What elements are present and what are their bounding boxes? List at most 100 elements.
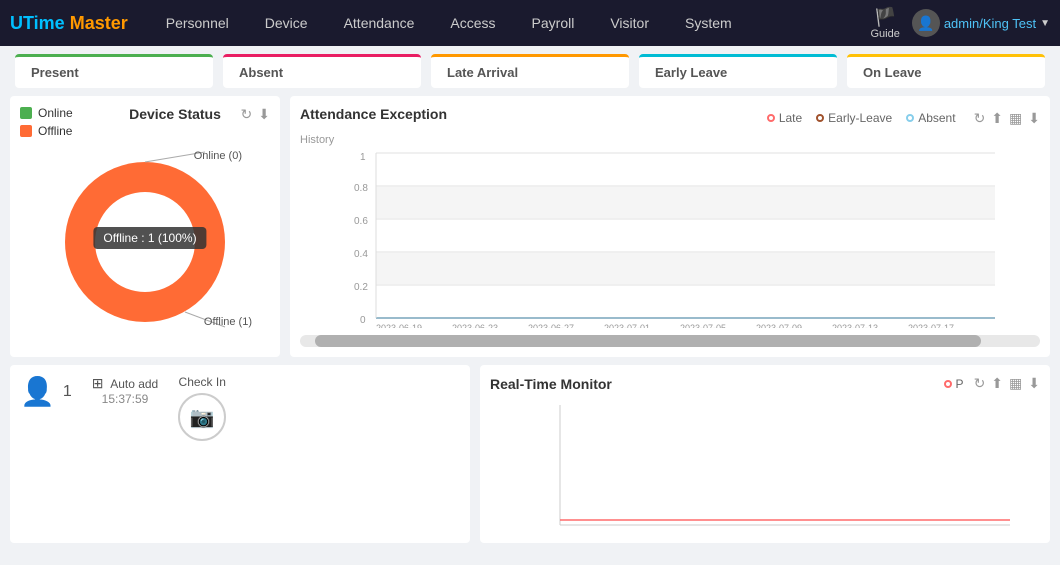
stat-absent-label: Absent (239, 65, 283, 80)
realtime-refresh-icon[interactable]: ↻ (974, 375, 986, 392)
legend-absent-dot (906, 114, 914, 122)
attendance-bar-icon[interactable]: ▦ (1009, 110, 1022, 127)
svg-text:0.4: 0.4 (354, 249, 368, 260)
legend-early-dot (816, 114, 824, 122)
logo-time: Time (23, 13, 65, 33)
svg-text:0.8: 0.8 (354, 183, 368, 194)
svg-text:2023-07-09: 2023-07-09 (756, 323, 802, 328)
legend-absent-label: Absent (918, 111, 955, 125)
chart-scroll-thumb[interactable] (315, 335, 981, 347)
attendance-chart-svg: 0 0.2 0.4 0.6 0.8 1 2023-06-19 2023-06-2… (300, 148, 1040, 328)
stats-bar: Present Absent Late Arrival Early Leave … (0, 46, 1060, 96)
online-count-label: Online (0) (194, 150, 242, 162)
device-download-icon[interactable]: ⬇ (258, 106, 270, 123)
user-label: admin/King Test (944, 16, 1036, 31)
app-logo: UTime Master (10, 13, 128, 34)
attendance-download-icon[interactable]: ⬇ (1028, 110, 1040, 127)
stat-absent[interactable]: Absent (223, 54, 421, 88)
stat-late-arrival[interactable]: Late Arrival (431, 54, 629, 88)
auto-add-area: ⊞ Auto add 15:37:59 (92, 375, 158, 406)
svg-text:1: 1 (360, 152, 366, 163)
attendance-upload-icon[interactable]: ⬆ (991, 110, 1003, 127)
legend-early-leave: Early-Leave (816, 111, 892, 125)
nav-item-visitor[interactable]: Visitor (592, 0, 667, 46)
bottom-left-panel: 👤 1 ⊞ Auto add 15:37:59 Check In 📷 (10, 365, 470, 543)
chart-legend: Late Early-Leave Absent (767, 111, 956, 125)
realtime-upload-icon[interactable]: ⬆ (991, 375, 1003, 392)
donut-center (95, 192, 195, 292)
user-area[interactable]: 👤 admin/King Test ▼ (912, 9, 1050, 37)
guide-area[interactable]: 🏴 Guide (870, 7, 899, 40)
donut-chart (45, 142, 245, 342)
legend-early-label: Early-Leave (828, 111, 892, 125)
p-legend-label: P (956, 377, 964, 391)
legend-offline-dot (20, 125, 32, 137)
guide-label: Guide (870, 28, 899, 40)
stat-early-label: Early Leave (655, 65, 727, 80)
realtime-download-icon[interactable]: ⬇ (1028, 375, 1040, 392)
stat-present[interactable]: Present (15, 54, 213, 88)
nav-item-system[interactable]: System (667, 0, 750, 46)
guide-icon: 🏴 (874, 7, 896, 28)
device-refresh-icon[interactable]: ↻ (241, 106, 253, 123)
svg-text:2023-07-05: 2023-07-05 (680, 323, 726, 328)
attendance-chart-container: 0 0.2 0.4 0.6 0.8 1 2023-06-19 2023-06-2… (300, 148, 1040, 347)
user-count-area: 👤 1 (20, 375, 72, 408)
stat-present-label: Present (31, 65, 79, 80)
svg-text:0.6: 0.6 (354, 216, 368, 227)
svg-text:2023-07-17: 2023-07-17 (908, 323, 954, 328)
nav-item-device[interactable]: Device (247, 0, 326, 46)
logo-master: Master (70, 13, 128, 33)
camera-symbol: 📷 (190, 405, 215, 430)
svg-text:0: 0 (360, 315, 366, 326)
device-legend: Online Offline (20, 106, 73, 138)
camera-icon: 📷 (178, 393, 226, 441)
legend-offline-label: Offline (38, 124, 72, 138)
auto-add-icon: ⊞ (92, 375, 104, 391)
legend-online-label: Online (38, 106, 73, 120)
device-status-panel: Online Offline Device Status ↻ ⬇ (10, 96, 280, 357)
chart-subtitle: History (300, 134, 1040, 146)
legend-late: Late (767, 111, 802, 125)
nav-item-access[interactable]: Access (432, 0, 513, 46)
auto-add-time: 15:37:59 (92, 392, 158, 406)
user-icon: 👤 (20, 375, 55, 408)
nav-item-attendance[interactable]: Attendance (326, 0, 433, 46)
realtime-chart-area (490, 400, 1040, 533)
checkin-area: Check In 📷 (178, 375, 226, 441)
nav-item-personnel[interactable]: Personnel (148, 0, 247, 46)
p-legend: P (944, 377, 964, 391)
stat-early-leave[interactable]: Early Leave (639, 54, 837, 88)
svg-text:0.2: 0.2 (354, 282, 368, 293)
svg-text:2023-06-23: 2023-06-23 (452, 323, 498, 328)
dropdown-arrow-icon: ▼ (1040, 18, 1050, 29)
realtime-chart-svg (490, 400, 1040, 530)
attendance-refresh-icon[interactable]: ↻ (974, 110, 986, 127)
realtime-bar-icon[interactable]: ▦ (1009, 375, 1022, 392)
logo-u: U (10, 13, 23, 33)
attendance-exception-panel: Attendance Exception Late Early-Leave Ab… (290, 96, 1050, 357)
donut-area: Offline : 1 (100%) Online (0) Offline (1… (20, 142, 270, 342)
svg-text:2023-06-27: 2023-06-27 (528, 323, 574, 328)
chart-header: Attendance Exception Late Early-Leave Ab… (300, 106, 1040, 130)
legend-online: Online (20, 106, 73, 120)
nav-item-payroll[interactable]: Payroll (514, 0, 593, 46)
navbar: UTime Master Personnel Device Attendance… (0, 0, 1060, 46)
p-legend-dot (944, 380, 952, 388)
user-count: 1 (63, 383, 72, 401)
chart-scrollbar[interactable] (300, 335, 1040, 347)
attendance-title: Attendance Exception (300, 106, 447, 122)
user-avatar: 👤 (912, 9, 940, 37)
stat-on-leave-label: On Leave (863, 65, 922, 80)
legend-late-label: Late (779, 111, 802, 125)
legend-late-dot (767, 114, 775, 122)
main-content: Online Offline Device Status ↻ ⬇ (0, 96, 1060, 365)
realtime-title: Real-Time Monitor (490, 376, 612, 392)
stat-on-leave[interactable]: On Leave (847, 54, 1045, 88)
checkin-label: Check In (179, 375, 226, 389)
nav-right: 🏴 Guide 👤 admin/King Test ▼ (870, 7, 1050, 40)
bottom-row: 👤 1 ⊞ Auto add 15:37:59 Check In 📷 Real-… (0, 365, 1060, 551)
stat-late-label: Late Arrival (447, 65, 518, 80)
auto-add-label: Auto add (110, 377, 158, 391)
nav-links: Personnel Device Attendance Access Payro… (148, 0, 871, 46)
